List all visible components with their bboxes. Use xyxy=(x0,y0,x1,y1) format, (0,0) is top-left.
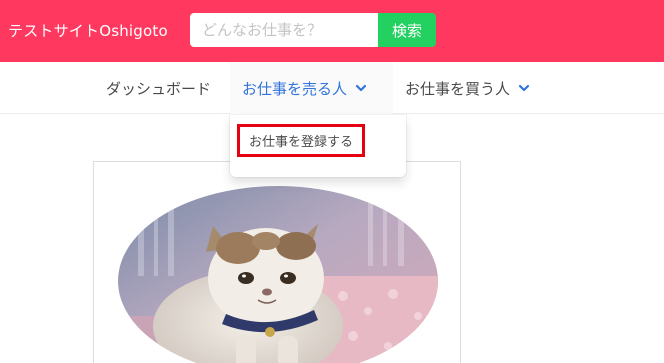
dropdown-item-register-job[interactable]: お仕事を登録する xyxy=(237,124,366,157)
nav-item-label: お仕事を買う人 xyxy=(405,79,511,98)
cat-photo xyxy=(118,186,438,363)
nav-item-seller[interactable]: お仕事を売る人 xyxy=(230,62,393,114)
nav-item-dashboard[interactable]: ダッシュボード xyxy=(106,62,211,114)
nav-item-buyer[interactable]: お仕事を買う人 xyxy=(405,62,530,114)
site-header: テストサイトOshigoto 検索 xyxy=(0,0,664,62)
job-card[interactable] xyxy=(93,161,461,363)
site-title[interactable]: テストサイトOshigoto xyxy=(8,20,168,41)
seller-dropdown-menu: お仕事を登録する xyxy=(230,115,406,177)
chevron-down-icon xyxy=(355,82,367,94)
search-button[interactable]: 検索 xyxy=(378,13,436,47)
search-input[interactable] xyxy=(190,13,378,47)
nav-item-label: ダッシュボード xyxy=(106,79,212,98)
nav-item-label: お仕事を売る人 xyxy=(242,79,348,98)
chevron-down-icon xyxy=(518,82,530,94)
main-navbar: ダッシュボード お仕事を売る人 お仕事を買う人 xyxy=(0,62,664,114)
